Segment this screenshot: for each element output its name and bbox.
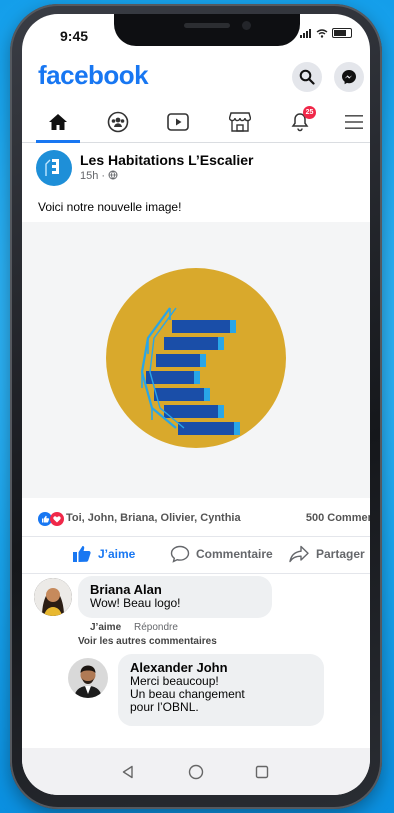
page-avatar[interactable]	[36, 150, 72, 186]
post-actions: J’aime Commentaire Partager	[22, 536, 370, 574]
notification-badge: 25	[303, 106, 316, 119]
share-icon	[289, 545, 309, 563]
comment-author[interactable]: Alexander John	[130, 660, 312, 675]
status-icons	[300, 28, 352, 38]
tab-video[interactable]	[164, 110, 192, 134]
facebook-logo[interactable]: facebook	[38, 60, 149, 91]
menu-icon	[345, 115, 363, 129]
battery-icon	[332, 28, 352, 38]
home-button[interactable]	[184, 760, 208, 784]
phone-screen: 9:45 facebook 25 Les Habitations L’Escal…	[22, 14, 370, 795]
share-label: Partager	[316, 547, 365, 561]
love-reaction-icon[interactable]	[50, 512, 64, 526]
comment-bubble-alexander: Alexander John Merci beaucoup! Un beau c…	[118, 654, 324, 726]
video-icon	[167, 113, 189, 131]
nav-tabs: 25	[22, 102, 370, 143]
notch	[114, 14, 300, 46]
wifi-icon	[316, 28, 328, 38]
comment-like-link[interactable]: J’aime	[90, 622, 121, 633]
post-meta: 15h ·	[80, 170, 118, 182]
tab-menu[interactable]	[340, 110, 368, 134]
stair-logo-icon	[45, 159, 59, 176]
recents-square-icon	[255, 765, 269, 779]
reactions-names[interactable]: Toi, John, Briana, Olivier, Cynthia	[66, 512, 241, 524]
facebook-header: facebook	[22, 58, 370, 102]
staircase-logo	[140, 307, 240, 435]
post-time: 15h ·	[80, 170, 106, 182]
like-label: J’aime	[98, 547, 136, 561]
reactions-bar: Toi, John, Briana, Olivier, Cynthia 500 …	[22, 508, 370, 534]
status-bar: 9:45	[22, 14, 370, 54]
commenter-avatar-briana[interactable]	[34, 578, 72, 616]
signal-icon	[300, 28, 311, 38]
comment-icon	[170, 545, 190, 563]
comment-reply-link[interactable]: Répondre	[134, 622, 178, 633]
tab-marketplace[interactable]	[226, 110, 254, 134]
page-name[interactable]: Les Habitations L’Escalier	[80, 152, 254, 168]
groups-icon	[107, 111, 129, 133]
recents-button[interactable]	[250, 760, 274, 784]
search-icon	[299, 69, 315, 85]
home-icon	[49, 114, 67, 130]
status-time: 9:45	[60, 28, 89, 44]
marketplace-icon	[229, 112, 251, 132]
share-button[interactable]: Partager	[288, 545, 365, 563]
tab-notifications[interactable]: 25	[286, 106, 316, 134]
messenger-button[interactable]	[334, 62, 364, 92]
avatar-photo	[68, 658, 108, 698]
front-camera	[242, 21, 251, 30]
comment-bubble-briana: Briana Alan Wow! Beau logo!	[78, 576, 272, 618]
globe-icon	[108, 170, 118, 180]
tab-groups[interactable]	[104, 110, 132, 134]
back-triangle-icon	[122, 765, 133, 779]
comment-label: Commentaire	[196, 547, 273, 561]
comment-text: Wow! Beau logo!	[90, 596, 181, 610]
android-nav-bar	[22, 748, 370, 795]
search-button[interactable]	[292, 62, 322, 92]
comment-button[interactable]: Commentaire	[170, 545, 273, 563]
comment-author[interactable]: Briana Alan	[90, 582, 260, 597]
speaker	[184, 23, 230, 28]
comment-text-line: pour l’OBNL.	[130, 700, 199, 714]
tab-home[interactable]	[44, 110, 72, 134]
avatar-photo	[34, 578, 72, 616]
post-image[interactable]	[22, 222, 370, 498]
back-button[interactable]	[116, 760, 140, 784]
post-text: Voici notre nouvelle image!	[38, 200, 182, 214]
active-tab-indicator	[36, 140, 80, 143]
commenter-avatar-alexander[interactable]	[68, 658, 108, 698]
home-circle-icon	[188, 764, 204, 780]
like-button[interactable]: J’aime	[72, 545, 135, 563]
messenger-icon	[342, 70, 356, 85]
view-more-comments-link[interactable]: Voir les autres commentaires	[78, 636, 217, 647]
logo-circle	[106, 268, 286, 448]
comment-count[interactable]: 500 Comment	[306, 512, 370, 524]
thumbs-up-icon	[73, 546, 91, 562]
